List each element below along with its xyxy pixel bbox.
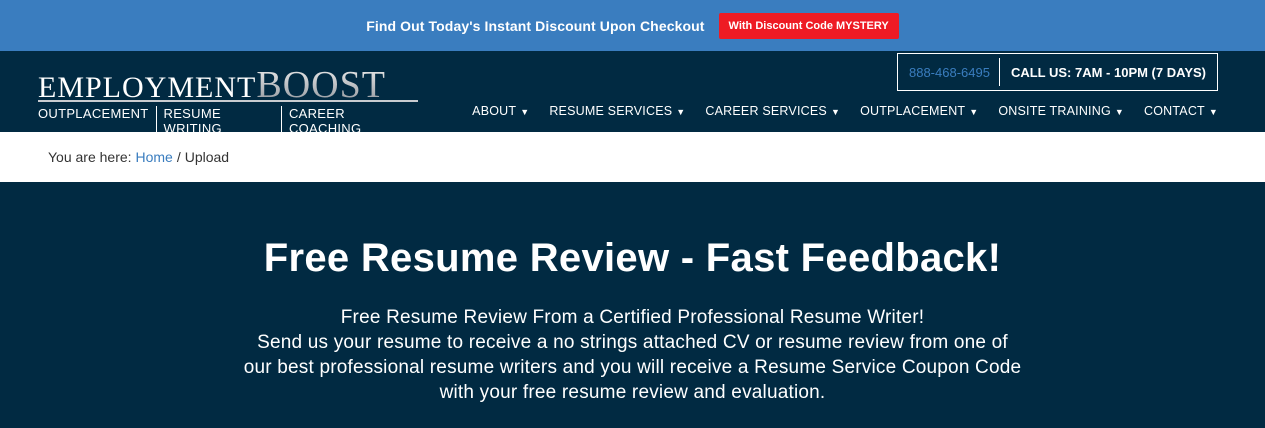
site-header: EMPLOYMENT BOOST OUTPLACEMENT RESUME WRI… xyxy=(0,51,1265,136)
hero-line: with your free resume review and evaluat… xyxy=(439,382,826,403)
chevron-down-icon: ▼ xyxy=(1114,107,1124,117)
hero-line: Free Resume Review From a Certified Prof… xyxy=(340,307,925,328)
breadcrumb-separator: / xyxy=(176,149,181,165)
chevron-down-icon: ▼ xyxy=(830,107,841,117)
breadcrumb-home-link[interactable]: Home xyxy=(135,149,172,165)
nav-label: RESUME SERVICES xyxy=(549,104,673,118)
nav-item-onsite-training[interactable]: ONSITE TRAINING ▼ xyxy=(998,104,1124,118)
logo-word-boost: BOOST xyxy=(256,64,386,106)
page-title: Free Resume Review - Fast Feedback! xyxy=(263,236,1002,280)
logo-tag-career-coaching: CAREER COACHING xyxy=(280,106,418,136)
logo-wordmark: EMPLOYMENT BOOST xyxy=(38,63,418,106)
main-nav: ABOUT ▼ RESUME SERVICES ▼ CAREER SERVICES ▼… xyxy=(472,104,1218,118)
breadcrumb-prefix: You are here: xyxy=(48,149,132,165)
phone-link[interactable]: 888-468-6495 xyxy=(898,58,1000,86)
breadcrumb-current: Upload xyxy=(184,149,230,165)
chevron-down-icon: ▼ xyxy=(676,107,686,117)
nav-item-about[interactable]: ABOUT ▼ xyxy=(472,104,529,118)
nav-item-resume-services[interactable]: RESUME SERVICES ▼ xyxy=(549,104,685,118)
chevron-down-icon: ▼ xyxy=(520,107,530,117)
nav-item-contact[interactable]: CONTACT ▼ xyxy=(1144,104,1218,118)
discount-code-button[interactable]: With Discount Code MYSTERY xyxy=(718,12,899,39)
call-hours: CALL US: 7AM - 10PM (7 DAYS) xyxy=(1010,64,1206,80)
nav-label: CAREER SERVICES xyxy=(705,104,827,118)
hero-section: Free Resume Review - Fast Feedback! Free… xyxy=(0,182,1265,428)
nav-label: CONTACT xyxy=(1144,104,1205,118)
chevron-down-icon: ▼ xyxy=(969,107,979,117)
hero-line: Send us your resume to receive a no stri… xyxy=(257,332,1008,353)
nav-item-career-services[interactable]: CAREER SERVICES ▼ xyxy=(705,104,840,118)
chevron-down-icon: ▼ xyxy=(1208,107,1218,117)
call-box: 888-468-6495 CALL US: 7AM - 10PM (7 DAYS… xyxy=(896,53,1218,91)
logo-tag-outplacement: OUTPLACEMENT xyxy=(38,106,149,121)
logo-tag-resume-writing: RESUME WRITING xyxy=(155,106,281,136)
hero-line: our best professional resume writers and… xyxy=(243,357,1022,378)
nav-label: OUTPLACEMENT xyxy=(860,104,966,118)
nav-item-outplacement[interactable]: OUTPLACEMENT ▼ xyxy=(860,104,978,118)
promo-bar: Find Out Today's Instant Discount Upon C… xyxy=(0,0,1265,51)
logo-taglines: OUTPLACEMENT RESUME WRITING CAREER COACH… xyxy=(38,106,418,136)
nav-label: ABOUT xyxy=(472,104,517,118)
breadcrumb: You are here: Home / Upload xyxy=(0,132,1265,182)
nav-label: ONSITE TRAINING xyxy=(998,104,1111,118)
logo-word-employment: EMPLOYMENT xyxy=(38,71,257,104)
hero-description: Free Resume Review From a Certified Prof… xyxy=(193,305,1073,405)
promo-text: Find Out Today's Instant Discount Upon C… xyxy=(366,17,705,34)
site-logo[interactable]: EMPLOYMENT BOOST OUTPLACEMENT RESUME WRI… xyxy=(38,63,418,136)
